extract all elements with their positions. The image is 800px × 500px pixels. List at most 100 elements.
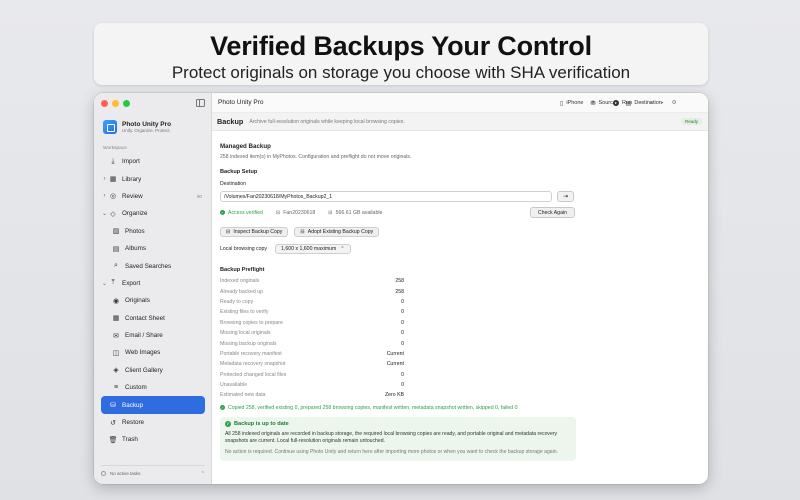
window-controls bbox=[101, 100, 130, 107]
sidebar-item-restore[interactable]: ↺ Restore bbox=[101, 414, 205, 431]
sidebar-item-photos[interactable]: ▨ Photos bbox=[101, 223, 205, 240]
close-window-button[interactable] bbox=[101, 100, 108, 107]
banner-title: Verified Backups Your Control bbox=[210, 31, 592, 61]
custom-icon: ≡ bbox=[113, 384, 119, 392]
iphone-button[interactable]: ▯ iPhone bbox=[560, 100, 583, 107]
chevron-icon[interactable]: ⌄ bbox=[101, 210, 108, 217]
managed-backup-description: 258 indexed item(s) in MyPhotos. Configu… bbox=[220, 154, 412, 160]
tag-icon: ◇ bbox=[110, 210, 116, 218]
pause-icon[interactable]: ⏸ bbox=[650, 100, 653, 107]
minimize-window-button[interactable] bbox=[112, 100, 119, 107]
backup-setup-title: Backup Setup bbox=[220, 169, 258, 175]
local-copy-select[interactable]: 1,600 x 1,600 maximum ⌃ bbox=[275, 244, 351, 254]
row-label: Metadata recovery snapshot bbox=[220, 361, 286, 368]
row-value: 0 bbox=[401, 330, 404, 337]
preflight-table: Backup Preflight Indexed originals 258 Alr… bbox=[220, 267, 404, 401]
sidebar-item-label: Contact Sheet bbox=[125, 314, 165, 322]
row-label: Estimated new data bbox=[220, 392, 266, 399]
main-pane: Photo Unity Pro ▯ iPhone ⛃ Sources ▤ Des… bbox=[212, 93, 708, 484]
managed-backup-title: Managed Backup bbox=[220, 143, 271, 150]
sidebar-item-originals[interactable]: ◉ Originals bbox=[101, 292, 205, 309]
sidebar-item-label: Restore bbox=[122, 419, 145, 427]
sidebar-item-label: Review bbox=[122, 192, 143, 200]
page-title: Backup bbox=[217, 117, 244, 126]
chevron-up-icon: ⌃ bbox=[200, 470, 205, 477]
chevron-icon[interactable]: › bbox=[101, 176, 108, 182]
task-status[interactable]: No active tasks ⌃ bbox=[101, 465, 205, 477]
sidebar-item-label: Client Gallery bbox=[125, 366, 163, 374]
table-row: Ready to copy 0 bbox=[220, 297, 404, 307]
sidebar-item-custom[interactable]: ≡ Custom bbox=[101, 379, 205, 396]
row-value: 258 bbox=[395, 278, 404, 285]
sidebar-item-label: Photos bbox=[125, 227, 145, 235]
sidebar-item-export[interactable]: ⌄ ⤒ Export bbox=[101, 275, 205, 292]
table-row: Unavailable 0 bbox=[220, 380, 404, 390]
row-label: Ready to copy bbox=[220, 298, 254, 305]
sidebar-item-review[interactable]: › ◎ Review 90 bbox=[101, 188, 205, 205]
drive-icon: ⊟ bbox=[275, 209, 281, 216]
row-value: Zero KB bbox=[384, 392, 404, 399]
table-row: Existing files to verify 0 bbox=[220, 307, 404, 317]
choose-destination-button[interactable]: ⇥ bbox=[557, 191, 574, 202]
inspect-backup-button[interactable]: ⊟ Inspect Backup Copy bbox=[220, 227, 289, 237]
check-again-button[interactable]: Check Again bbox=[529, 207, 575, 218]
chevron-updown-icon: ⌃ bbox=[340, 246, 345, 252]
run-button[interactable]: Run bbox=[613, 100, 632, 106]
backup-icon: ⛁ bbox=[110, 402, 116, 410]
chevron-icon[interactable]: › bbox=[101, 193, 108, 199]
email-icon: ✉ bbox=[113, 332, 119, 340]
sidebar-item-trash[interactable]: 🗑 Trash bbox=[101, 431, 205, 448]
stop-icon[interactable]: ▫ bbox=[640, 100, 642, 106]
sidebar-item-saved-searches[interactable]: ⌕ Saved Searches bbox=[101, 257, 205, 274]
sidebar-item-import[interactable]: ⤓ Import bbox=[101, 153, 205, 170]
table-row: Missing local originals 0 bbox=[220, 328, 404, 338]
sources-icon: ⛃ bbox=[590, 100, 596, 107]
sidebar-item-label: Albums bbox=[125, 245, 146, 253]
window-title: Photo Unity Pro bbox=[218, 99, 264, 106]
sidebar-item-label: Originals bbox=[125, 297, 150, 305]
play-icon[interactable]: ▸ bbox=[661, 100, 664, 106]
row-value: 0 bbox=[401, 371, 404, 378]
sidebar-item-label: Import bbox=[122, 158, 140, 166]
sidebar-item-organize[interactable]: ⌄ ◇ Organize bbox=[101, 205, 205, 222]
restore-icon: ↺ bbox=[110, 419, 116, 427]
destination-field-label: Destination bbox=[220, 181, 246, 187]
access-status: ✓ Access verified bbox=[220, 209, 263, 216]
sidebar-item-albums[interactable]: ▤ Albums bbox=[101, 240, 205, 257]
backup-content: Managed Backup 258 indexed item(s) in My… bbox=[220, 132, 580, 462]
review-icon: ◎ bbox=[109, 193, 117, 201]
task-status-icon bbox=[101, 471, 106, 476]
volume-info: ⊟ Fan20230618 bbox=[275, 209, 316, 216]
sidebar-item-label: Trash bbox=[122, 436, 138, 444]
count-badge: 90 bbox=[196, 193, 202, 199]
adopt-backup-button[interactable]: ⊟ Adopt Existing Backup Copy bbox=[294, 227, 380, 237]
sidebar-item-contact-sheet[interactable]: ▦ Contact Sheet bbox=[101, 310, 205, 327]
destination-path-field[interactable]: /Volumes/Fan20230618/MyPhotos_Backup2_1 bbox=[220, 191, 552, 202]
chevron-icon[interactable]: ⌄ bbox=[101, 280, 108, 287]
promo-banner: Verified Backups Your Control Protect or… bbox=[94, 23, 708, 85]
sidebar-item-email-share[interactable]: ✉ Email / Share bbox=[101, 327, 205, 344]
row-label: Missing local originals bbox=[220, 330, 271, 337]
table-row: Indexed originals 258 bbox=[220, 276, 404, 286]
sidebar-toggle-icon[interactable] bbox=[196, 99, 205, 107]
saved-search-icon: ⌕ bbox=[114, 262, 118, 270]
sidebar-item-web-images[interactable]: ◫ Web Images bbox=[101, 344, 205, 361]
checkmark-icon: ✓ bbox=[220, 210, 225, 215]
drive-icon: ⊟ bbox=[300, 229, 305, 235]
row-label: Unavailable bbox=[220, 382, 248, 389]
gear-icon[interactable]: ⚙ bbox=[672, 100, 677, 106]
sidebar-item-client-gallery[interactable]: ◈ Client Gallery bbox=[101, 362, 205, 379]
row-label: Indexed originals bbox=[220, 278, 260, 285]
sidebar-item-label: Saved Searches bbox=[125, 262, 172, 270]
zoom-window-button[interactable] bbox=[123, 100, 130, 107]
sidebar-item-label: Email / Share bbox=[125, 332, 163, 340]
result-title: ✓ Backup is up to date bbox=[225, 420, 289, 427]
run-summary: ✓ Copied 258, verified existing 0, prepa… bbox=[220, 404, 518, 411]
trash-icon: 🗑 bbox=[108, 436, 118, 444]
sidebar-item-backup[interactable]: ⛁ Backup bbox=[101, 396, 205, 414]
row-value: 0 bbox=[401, 319, 404, 326]
sidebar-item-label: Backup bbox=[122, 401, 144, 409]
sidebar: Photo Unity Pro Unify. Organize. Protect… bbox=[94, 93, 212, 484]
result-note: No action is required. Continue using Ph… bbox=[225, 448, 558, 455]
sidebar-item-library[interactable]: › ▦ Library bbox=[101, 170, 205, 187]
